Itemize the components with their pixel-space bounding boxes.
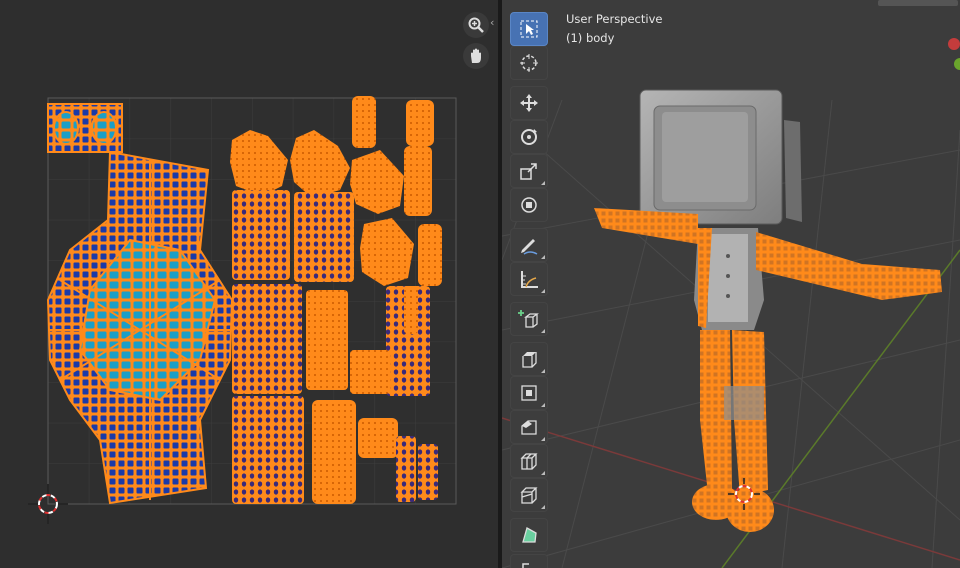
spin-icon: [522, 563, 529, 568]
tv-head-mesh[interactable]: [639, 89, 802, 225]
scale-tool[interactable]: [510, 154, 548, 188]
cursor-tool[interactable]: [510, 46, 548, 80]
rotate-tool[interactable]: [510, 120, 548, 154]
add-cube-tool[interactable]: [510, 302, 548, 336]
transform-tool[interactable]: [510, 188, 548, 222]
loop-cut-icon: [520, 453, 538, 470]
poly-build-tool[interactable]: [510, 518, 548, 552]
extrude-icon: [522, 352, 537, 368]
extrude-tool[interactable]: [510, 342, 548, 376]
bevel-tool[interactable]: [510, 410, 548, 444]
pan-hand-icon[interactable]: [463, 43, 489, 69]
annotate-icon: [521, 239, 538, 255]
cursor-icon: [520, 54, 538, 72]
scale-icon: [520, 163, 537, 180]
y-axis-gizmo-icon[interactable]: [954, 58, 960, 70]
3d-viewport[interactable]: User Perspective (1) body: [502, 0, 960, 568]
move-icon: [520, 94, 538, 112]
spin-tool[interactable]: [510, 554, 548, 568]
annotate-tool[interactable]: [510, 228, 548, 262]
move-tool[interactable]: [510, 86, 548, 120]
loop-cut-tool[interactable]: [510, 444, 548, 478]
measure-tool[interactable]: [510, 262, 548, 296]
inset-icon: [521, 385, 537, 401]
viewport-scene[interactable]: [502, 0, 960, 568]
zoom-icon[interactable]: [463, 12, 489, 38]
bevel-icon: [521, 420, 537, 435]
uv-canvas[interactable]: [0, 0, 498, 568]
measure-icon: [521, 271, 538, 288]
uv-editor[interactable]: [0, 0, 498, 568]
active-object-label: (1) body: [566, 31, 615, 45]
knife-tool[interactable]: [510, 478, 548, 512]
transform-icon: [521, 197, 537, 213]
poly-build-icon: [522, 527, 537, 543]
collapse-arrow-icon[interactable]: ‹: [490, 16, 494, 29]
x-axis-gizmo-icon[interactable]: [948, 38, 960, 50]
add-cube-icon: [518, 310, 539, 328]
header-region: [878, 0, 958, 6]
torso-mesh[interactable]: [694, 228, 764, 330]
uv-island-face[interactable]: [47, 103, 123, 153]
rotate-icon: [521, 129, 537, 145]
knife-icon: [520, 487, 538, 504]
inset-tool[interactable]: [510, 376, 548, 410]
select-box-icon: [520, 20, 538, 38]
select-box-tool[interactable]: [510, 12, 548, 46]
viewport-title: User Perspective: [566, 12, 663, 26]
